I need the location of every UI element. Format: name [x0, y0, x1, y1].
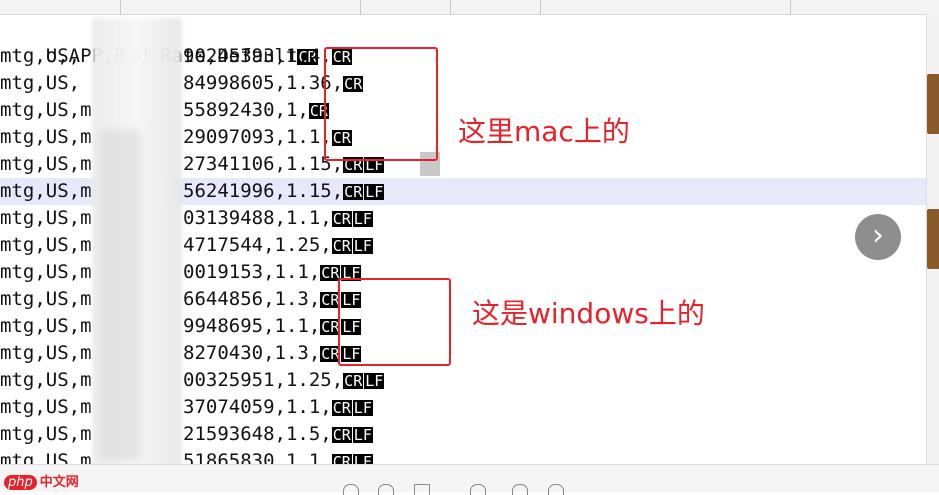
- editor-tab[interactable]: [360, 0, 451, 14]
- eol-marker-cr: CR: [343, 371, 364, 390]
- rotate-icon[interactable]: [470, 484, 486, 495]
- watermark-logo: php 中文网: [4, 471, 79, 490]
- mac-annotation-box: [324, 47, 438, 161]
- eol-marker-cr: CR: [331, 453, 352, 464]
- eol-marker-lf: LF: [352, 236, 373, 255]
- eol-marker-lf: LF: [352, 425, 373, 444]
- zoom-out-icon[interactable]: [343, 484, 359, 495]
- fit-icon[interactable]: [414, 484, 430, 495]
- eol-marker-cr: CR: [331, 236, 352, 255]
- eol-marker-lf: LF: [352, 453, 373, 464]
- scroll-thumb[interactable]: [927, 209, 939, 269]
- eol-marker-cr: CR: [331, 398, 352, 417]
- chevron-right-icon: ›: [872, 218, 884, 253]
- eol-marker-lf: LF: [364, 371, 385, 390]
- eol-marker-lf: LF: [352, 209, 373, 228]
- eol-marker-lf: LF: [364, 182, 385, 201]
- zoom-in-icon[interactable]: [378, 484, 394, 495]
- mac-annotation-label: 这里mac上的: [458, 115, 630, 148]
- download-icon[interactable]: [512, 484, 528, 495]
- windows-annotation-box: [338, 278, 451, 366]
- eol-marker-cr: CR: [343, 182, 364, 201]
- eol-marker-cr: CR: [331, 209, 352, 228]
- watermark-site: 中文网: [39, 475, 79, 490]
- editor-tab[interactable]: [120, 0, 361, 14]
- watermark-php: php: [4, 475, 37, 490]
- share-icon[interactable]: [548, 484, 564, 495]
- editor-tab-strip: [0, 0, 939, 15]
- next-image-button[interactable]: ›: [855, 214, 901, 260]
- editor-tab[interactable]: [0, 0, 121, 14]
- eol-marker-cr: CR: [331, 425, 352, 444]
- editor-tab[interactable]: [540, 0, 791, 14]
- vertical-scrollbar[interactable]: [926, 14, 939, 464]
- eol-marker-cr: CR: [320, 263, 341, 282]
- editor-tab[interactable]: [450, 0, 541, 14]
- scroll-thumb[interactable]: [927, 74, 939, 134]
- redacted-region: [100, 130, 140, 460]
- eol-marker-lf: LF: [352, 398, 373, 417]
- windows-annotation-label: 这是windows上的: [472, 297, 705, 330]
